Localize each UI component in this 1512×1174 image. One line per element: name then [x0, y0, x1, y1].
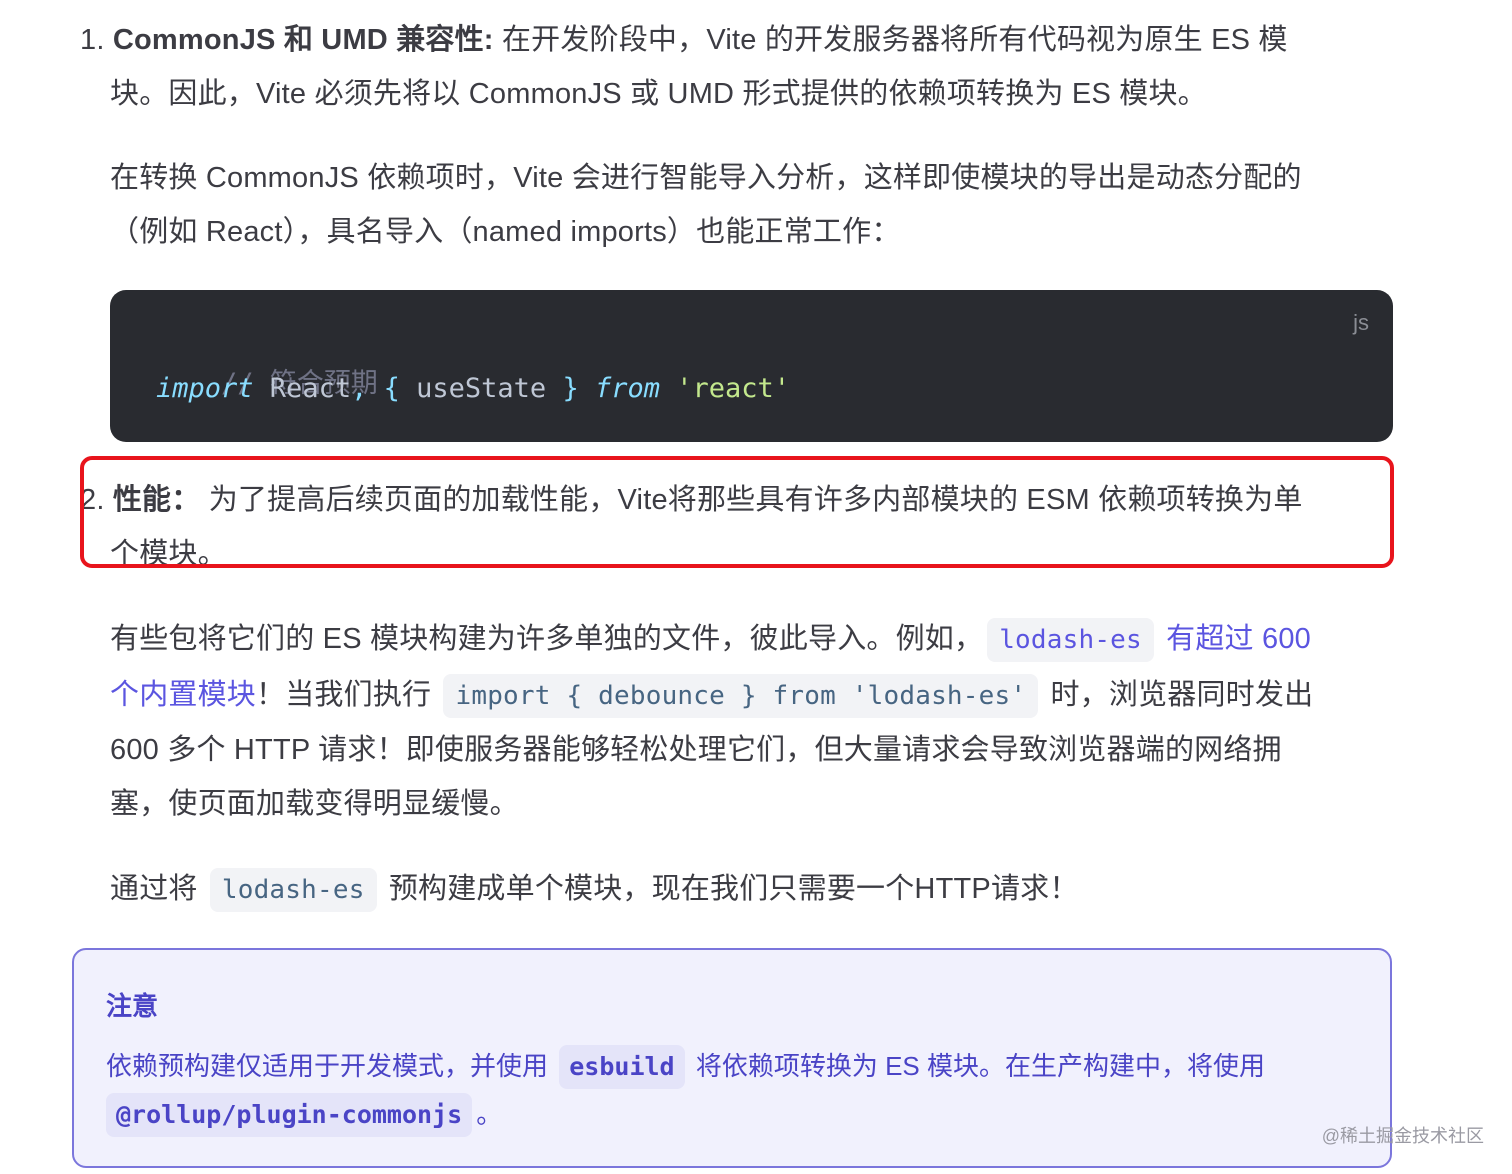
tip-text: 依赖预构建仅适用于开发模式，并使用: [106, 1051, 549, 1081]
list-item-1-line-2: 块。因此，Vite 必须先将以 CommonJS 或 UMD 形式提供的依赖项转…: [110, 78, 1207, 110]
inline-code-import-debounce: import { debounce } from 'lodash-es': [443, 674, 1039, 718]
tip-line-1: 依赖预构建仅适用于开发模式，并使用 esbuild 将依赖项转换为 ES 模块。…: [106, 1044, 1265, 1089]
watermark: @稀土掘金技术社区: [1321, 1126, 1484, 1146]
paragraph-text: 时，浏览器同时发出: [1050, 679, 1314, 711]
inline-code-lodash-es: lodash-es: [987, 618, 1154, 662]
paragraph-commonjs-line-2: （例如 React），具名导入（named imports）也能正常工作：: [110, 216, 901, 248]
list-item-title: 性能：: [112, 484, 201, 516]
paragraph-commonjs-line-1: 在转换 CommonJS 依赖项时，Vite 会进行智能导入分析，这样即使模块的…: [110, 162, 1302, 194]
list-item-text: 在开发阶段中，Vite 的开发服务器将所有代码视为原生 ES 模: [493, 24, 1288, 56]
list-number: 1.: [80, 24, 105, 56]
paragraph-text: 通过将: [110, 873, 198, 905]
paragraph-lodash-line-4: 塞，使页面加载变得明显缓慢。: [110, 788, 519, 820]
tip-text: 将依赖项转换为 ES 模块。在生产构建中，将使用: [695, 1051, 1265, 1081]
link-builtin-modules[interactable]: 个内置模块: [110, 679, 256, 711]
paragraph-lodash-line-1: 有些包将它们的 ES 模块构建为许多单独的文件，彼此导入。例如， lodash-e…: [110, 618, 1311, 662]
code-keyword-import: import: [156, 373, 254, 404]
code-punct-comma: ,: [351, 373, 368, 404]
paragraph-prebundle: 通过将 lodash-es 预构建成单个模块，现在我们只需要一个HTTP请求！: [110, 868, 1079, 912]
inline-code-esbuild: esbuild: [559, 1045, 685, 1089]
list-item-2-line-2: 个模块。: [110, 538, 227, 570]
list-item-text: 为了提高后续页面的加载性能，Vite将那些具有许多内部模块的 ESM 依赖项转换…: [200, 484, 1303, 516]
code-punct-close-brace: }: [546, 373, 579, 404]
inline-code-lodash-es: lodash-es: [209, 868, 377, 912]
list-item-1-line-1: 1. CommonJS 和 UMD 兼容性: 在开发阶段中，Vite 的开发服务…: [80, 20, 1288, 60]
paragraph-text: ！当我们执行: [256, 679, 432, 711]
code-ident-react: React: [253, 373, 352, 404]
inline-code-rollup-plugin-commonjs: @rollup/plugin-commonjs: [106, 1093, 473, 1137]
paragraph-lodash-line-2: 个内置模块！当我们执行 import { debounce } from 'lo…: [110, 674, 1313, 718]
tip-title: 注意: [106, 991, 159, 1021]
paragraph-text: 预构建成单个模块，现在我们只需要一个HTTP请求！: [388, 873, 1079, 905]
link-600-modules[interactable]: 有超过 600: [1166, 623, 1311, 655]
paragraph-lodash-line-3: 600 多个 HTTP 请求！即使服务器能够轻松处理它们，但大量请求会导致浏览器…: [110, 734, 1282, 766]
code-punct-open-brace: {: [367, 373, 400, 404]
code-block: js // 符合预期 import React, { useState } fr…: [110, 290, 1393, 442]
list-item-2-line-1: 2. 性能： 为了提高后续页面的加载性能，Vite将那些具有许多内部模块的 ES…: [80, 480, 1303, 520]
paragraph-text: 有些包将它们的 ES 模块构建为许多单独的文件，彼此导入。例如，: [110, 623, 984, 655]
list-item-title: CommonJS 和 UMD 兼容性:: [112, 24, 494, 56]
tip-callout: 注意 依赖预构建仅适用于开发模式，并使用 esbuild 将依赖项转换为 ES …: [72, 948, 1392, 1168]
tip-text: 。: [476, 1099, 503, 1129]
code-ident-usestate: useState: [399, 373, 547, 404]
code-string-module: 'react': [676, 373, 791, 404]
list-number: 2.: [80, 484, 105, 516]
code-keyword-from: from: [578, 373, 660, 404]
tip-line-2: @rollup/plugin-commonjs。: [106, 1092, 502, 1137]
code-line-import: import React, { useState } from 'react': [156, 369, 790, 409]
code-language-label: js: [1353, 310, 1369, 335]
